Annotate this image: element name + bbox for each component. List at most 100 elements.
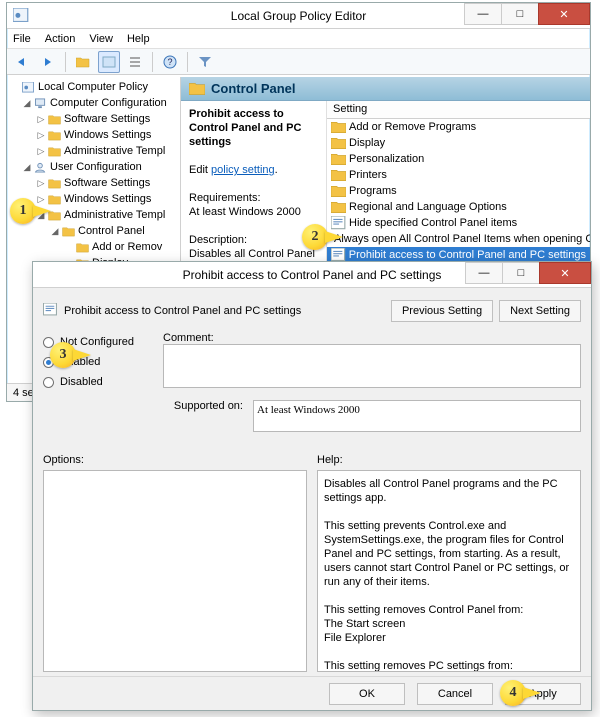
comment-textarea[interactable] bbox=[163, 344, 581, 388]
tree-item-label: Software Settings bbox=[64, 177, 150, 189]
requirements-label: Requirements: bbox=[189, 192, 261, 204]
app-icon bbox=[13, 8, 29, 24]
settings-list-item[interactable]: Programs bbox=[327, 183, 590, 199]
back-button[interactable] bbox=[11, 51, 33, 73]
minimize-button[interactable]: — bbox=[464, 3, 502, 25]
folder-icon bbox=[331, 121, 346, 134]
settings-item-label: Programs bbox=[349, 185, 397, 197]
description-label: Description: bbox=[189, 234, 247, 246]
tree-item-label: Local Computer Policy bbox=[38, 81, 148, 93]
tree-item[interactable]: Add or Remov bbox=[7, 239, 180, 255]
expand-toggle[interactable]: ▷ bbox=[35, 130, 47, 141]
close-button[interactable]: ✕ bbox=[538, 3, 590, 25]
state-radio-group: Not Configured Enabled Disabled bbox=[43, 332, 153, 392]
options-label: Options: bbox=[43, 454, 307, 466]
right-pane-title: Control Panel bbox=[211, 81, 296, 96]
help-box: Disables all Control Panel programs and … bbox=[317, 470, 581, 672]
settings-item-label: Prohibit access to Control Panel and PC … bbox=[349, 249, 586, 261]
expand-toggle[interactable]: ◢ bbox=[35, 210, 47, 221]
tree-item[interactable]: Local Computer Policy bbox=[7, 79, 180, 95]
menu-file[interactable]: File bbox=[13, 33, 31, 45]
tree-item-label: Windows Settings bbox=[64, 129, 151, 141]
dlg-close-button[interactable]: ✕ bbox=[539, 262, 591, 284]
tree-item[interactable]: ◢ Control Panel bbox=[7, 223, 180, 239]
tree-item-label: Administrative Templ bbox=[64, 145, 165, 157]
folder-icon bbox=[75, 241, 89, 253]
folder-icon bbox=[61, 225, 75, 237]
settings-item-label: Hide specified Control Panel items bbox=[349, 217, 517, 229]
tree-item[interactable]: ▷Windows Settings bbox=[7, 191, 180, 207]
tree-item[interactable]: ▷ Software Settings bbox=[7, 111, 180, 127]
tree-item[interactable]: ◢ User Configuration bbox=[7, 159, 180, 175]
expand-toggle[interactable]: ▷ bbox=[35, 114, 47, 125]
tree-item[interactable]: ◢ Administrative Templ bbox=[7, 207, 180, 223]
apply-button[interactable]: Apply bbox=[505, 683, 581, 705]
radio-enabled[interactable]: Enabled bbox=[43, 352, 153, 372]
radio-not-configured[interactable]: Not Configured bbox=[43, 332, 153, 352]
settings-list-item[interactable]: Display bbox=[327, 135, 590, 151]
expand-toggle[interactable]: ▷ bbox=[35, 194, 47, 205]
radio-disabled[interactable]: Disabled bbox=[43, 372, 153, 392]
tree-item-label: Administrative Templ bbox=[64, 209, 165, 221]
column-header-setting[interactable]: Setting bbox=[327, 101, 590, 119]
settings-item-label: Always open All Control Panel Items when… bbox=[334, 233, 590, 245]
requirements-value: At least Windows 2000 bbox=[189, 206, 301, 218]
folder-icon bbox=[47, 209, 61, 221]
tree-item-label: Computer Configuration bbox=[50, 97, 167, 109]
expand-toggle[interactable]: ◢ bbox=[21, 162, 33, 173]
tree-item-label: Control Panel bbox=[78, 225, 145, 237]
policy-icon bbox=[21, 81, 35, 93]
selected-setting-title: Prohibit access to Control Panel and PC … bbox=[189, 108, 301, 148]
tree-item[interactable]: ◢ Computer Configuration bbox=[7, 95, 180, 111]
folder-icon bbox=[331, 137, 346, 150]
policy-setting-link[interactable]: policy setting bbox=[211, 164, 275, 176]
next-setting-button[interactable]: Next Setting bbox=[499, 300, 581, 322]
menu-view[interactable]: View bbox=[89, 33, 113, 45]
folder-icon bbox=[189, 81, 205, 97]
details-view-button[interactable] bbox=[124, 51, 146, 73]
up-button[interactable] bbox=[72, 51, 94, 73]
user-icon bbox=[33, 161, 47, 173]
ok-button[interactable]: OK bbox=[329, 683, 405, 705]
settings-list-item[interactable]: Hide specified Control Panel items bbox=[327, 215, 590, 231]
settings-list-item[interactable]: Printers bbox=[327, 167, 590, 183]
gp-titlebar: Local Group Policy Editor — □ ✕ bbox=[7, 3, 590, 29]
list-view-button[interactable] bbox=[98, 51, 120, 73]
expand-toggle[interactable]: ▷ bbox=[35, 146, 47, 157]
dlg-titlebar: Prohibit access to Control Panel and PC … bbox=[33, 262, 591, 288]
edit-label: Edit bbox=[189, 164, 208, 176]
setting-icon bbox=[331, 249, 346, 262]
tree-item-label: User Configuration bbox=[50, 161, 142, 173]
tree-item-label: Software Settings bbox=[64, 113, 150, 125]
maximize-button[interactable]: □ bbox=[501, 3, 539, 25]
settings-item-label: Add or Remove Programs bbox=[349, 121, 476, 133]
settings-item-label: Personalization bbox=[349, 153, 424, 165]
expand-toggle[interactable]: ◢ bbox=[49, 226, 61, 237]
forward-button[interactable] bbox=[37, 51, 59, 73]
settings-list-item[interactable]: Personalization bbox=[327, 151, 590, 167]
expand-toggle[interactable]: ▷ bbox=[35, 178, 47, 189]
menu-help[interactable]: Help bbox=[127, 33, 150, 45]
settings-list-item[interactable]: Add or Remove Programs bbox=[327, 119, 590, 135]
dlg-maximize-button[interactable]: □ bbox=[502, 262, 540, 284]
filter-button[interactable] bbox=[194, 51, 216, 73]
expand-toggle[interactable]: ◢ bbox=[21, 98, 33, 109]
settings-list-item[interactable]: Regional and Language Options bbox=[327, 199, 590, 215]
settings-list-item[interactable]: Always open All Control Panel Items when… bbox=[327, 231, 590, 247]
tree-item[interactable]: ▷ Software Settings bbox=[7, 175, 180, 191]
previous-setting-button[interactable]: Previous Setting bbox=[391, 300, 493, 322]
folder-icon bbox=[47, 177, 61, 189]
dlg-caption: Prohibit access to Control Panel and PC … bbox=[64, 305, 301, 317]
dlg-minimize-button[interactable]: — bbox=[465, 262, 503, 284]
right-pane-header: Control Panel bbox=[181, 77, 590, 101]
menu-action[interactable]: Action bbox=[45, 33, 76, 45]
cancel-button[interactable]: Cancel bbox=[417, 683, 493, 705]
tree-item[interactable]: ▷ Administrative Templ bbox=[7, 143, 180, 159]
svg-text:?: ? bbox=[167, 57, 172, 67]
folder-icon bbox=[47, 129, 61, 141]
comment-label: Comment: bbox=[163, 332, 581, 344]
tree-item[interactable]: ▷ Windows Settings bbox=[7, 127, 180, 143]
help-button[interactable]: ? bbox=[159, 51, 181, 73]
supported-label: Supported on: bbox=[163, 400, 243, 412]
folder-icon bbox=[331, 169, 346, 182]
